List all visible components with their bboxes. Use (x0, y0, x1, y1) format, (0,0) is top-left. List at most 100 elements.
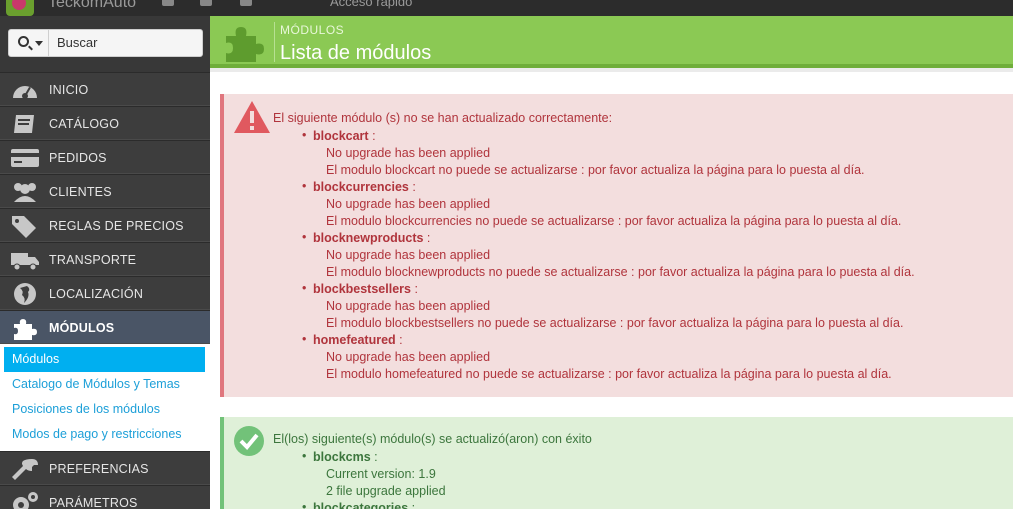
chevron-down-icon (35, 41, 43, 46)
search-box: Buscar (8, 29, 203, 57)
list-item: • homefeatured : No upgrade has been app… (302, 332, 915, 383)
module-heading: blockbestsellers : (313, 282, 418, 296)
sidebar-item-label: TRANSPORTE (49, 253, 137, 267)
sidebar-item-label: PARÁMETROS AVANZADOS (49, 496, 138, 509)
sidebar-item-inicio[interactable]: INICIO (0, 72, 210, 106)
submenu-item-posiciones[interactable]: Posiciones de los módulos (4, 397, 206, 422)
list-item: • blockcms : Current version: 1.9 2 file… (302, 449, 446, 500)
sidebar-item-preferencias[interactable]: PREFERENCIAS (0, 451, 210, 485)
module-message: El modulo blocknewproducts no puede se a… (326, 265, 915, 279)
module-name: blockcategories (313, 501, 409, 509)
success-lead-text: El(los) siguiente(s) módulo(s) se actual… (273, 432, 592, 446)
list-item: • blocknewproducts : No upgrade has been… (302, 230, 915, 281)
bullet: • (302, 179, 307, 193)
submenu-item-modos-de-pago[interactable]: Modos de pago y restricciones (4, 422, 206, 447)
module-heading: homefeatured : (313, 333, 403, 347)
module-message: No upgrade has been applied (326, 299, 491, 313)
sidebar-item-label: MÓDULOS (49, 321, 115, 335)
module-message: No upgrade has been applied (326, 146, 491, 160)
header-divider (274, 22, 275, 62)
module-message: El modulo blockbestsellers no puede se a… (326, 316, 904, 330)
module-name: blockcart (313, 129, 369, 143)
error-lead-text: El siguiente módulo (s) no se han actual… (273, 111, 613, 125)
module-name: blockbestsellers (313, 282, 411, 296)
list-item: • blockcategories : (302, 500, 446, 509)
module-name: homefeatured (313, 333, 396, 347)
error-alert: El siguiente módulo (s) no se han actual… (220, 94, 1013, 397)
quick-access-link[interactable]: Acceso rápido (330, 0, 412, 9)
search-input[interactable]: Buscar (57, 35, 97, 50)
submenu-item-catalogo-modulos[interactable]: Catalogo de Módulos y Temas (4, 372, 206, 397)
page-title: Lista de módulos (280, 42, 432, 64)
sidebar-item-label: PREFERENCIAS (49, 462, 149, 476)
module-name: blockcurrencies (313, 180, 409, 194)
submenu-item-modulos[interactable]: Módulos (4, 347, 205, 372)
cart-icon[interactable] (162, 0, 174, 6)
sidebar-item-catalogo[interactable]: CATÁLOGO (0, 106, 210, 140)
sidebar-item-label: REGLAS DE PRECIOS (49, 219, 184, 233)
search-scope-button[interactable] (9, 30, 49, 56)
sidebar-item-modulos[interactable]: MÓDULOS (0, 310, 210, 344)
dashboard-icon (10, 78, 40, 102)
module-heading: blockcart : (313, 129, 376, 143)
module-heading: blocknewproducts : (313, 231, 431, 245)
shop-logo[interactable] (6, 0, 34, 16)
module-name: blockcms (313, 450, 371, 464)
shop-name[interactable]: TeckomAuto (48, 0, 136, 12)
module-message: 2 file upgrade applied (326, 484, 446, 498)
sidebar-item-transporte[interactable]: TRANSPORTE (0, 242, 210, 276)
list-item: • blockcart : No upgrade has been applie… (302, 128, 915, 179)
book-icon (10, 112, 40, 136)
top-bar: TeckomAuto Acceso rápido (0, 0, 1013, 16)
module-heading: blockcms : (313, 450, 378, 464)
module-name: blocknewproducts (313, 231, 424, 245)
page-header: MÓDULOS Lista de módulos (210, 16, 1013, 68)
check-circle-icon (233, 425, 265, 462)
main-menu: INICIO CATÁLOGO PEDIDOS CLIENTES REGLAS … (0, 72, 210, 509)
module-message: El modulo blockcurrencies no puede se ac… (326, 214, 902, 228)
sidebar-item-label: PEDIDOS (49, 151, 107, 165)
sidebar-item-label: INICIO (49, 83, 89, 97)
breadcrumb[interactable]: MÓDULOS (280, 23, 344, 37)
module-heading: blockcurrencies : (313, 180, 416, 194)
success-alert: El(los) siguiente(s) módulo(s) se actual… (220, 417, 1013, 509)
sidebar-item-clientes[interactable]: CLIENTES (0, 174, 210, 208)
bullet: • (302, 281, 307, 295)
users-icon (10, 180, 40, 204)
wrench-icon (10, 457, 40, 481)
sidebar-item-pedidos[interactable]: PEDIDOS (0, 140, 210, 174)
truck-icon (10, 248, 40, 272)
tags-icon (10, 214, 40, 238)
puzzle-icon (10, 316, 40, 340)
globe-icon (10, 282, 40, 306)
main-content: El siguiente módulo (s) no se han actual… (210, 72, 1013, 509)
bullet: • (302, 449, 307, 463)
puzzle-icon (222, 22, 266, 62)
list-item: • blockcurrencies : No upgrade has been … (302, 179, 915, 230)
list-item: • blockbestsellers : No upgrade has been… (302, 281, 915, 332)
sidebar-item-reglas-de-precios[interactable]: REGLAS DE PRECIOS (0, 208, 210, 242)
module-message: El modulo blockcart no puede se actualiz… (326, 163, 865, 177)
sidebar: Buscar INICIO CATÁLOGO PEDIDOS CLIENTES (0, 16, 210, 509)
sidebar-item-label: CATÁLOGO (49, 117, 120, 131)
success-module-list: • blockcms : Current version: 1.9 2 file… (302, 449, 446, 509)
module-message: El modulo homefeatured no puede se actua… (326, 367, 892, 381)
sidebar-item-label: CLIENTES (49, 185, 112, 199)
module-message: No upgrade has been applied (326, 197, 491, 211)
bullet: • (302, 500, 307, 509)
modules-submenu: Módulos Catalogo de Módulos y Temas Posi… (0, 344, 210, 451)
module-message: Current version: 1.9 (326, 467, 436, 481)
sidebar-item-label: LOCALIZACIÓN (49, 287, 144, 301)
user-icon[interactable] (200, 0, 212, 6)
logo-mark (12, 0, 26, 10)
credit-card-icon (10, 146, 40, 170)
warning-icon (233, 99, 271, 140)
bullet: • (302, 230, 307, 244)
bullet: • (302, 128, 307, 142)
search-icon (18, 36, 29, 47)
sidebar-item-localizacion[interactable]: LOCALIZACIÓN (0, 276, 210, 310)
sidebar-item-parametros-avanzados[interactable]: PARÁMETROS AVANZADOS (0, 485, 210, 509)
bullet: • (302, 332, 307, 346)
bell-icon[interactable] (240, 0, 252, 6)
module-message: No upgrade has been applied (326, 350, 491, 364)
